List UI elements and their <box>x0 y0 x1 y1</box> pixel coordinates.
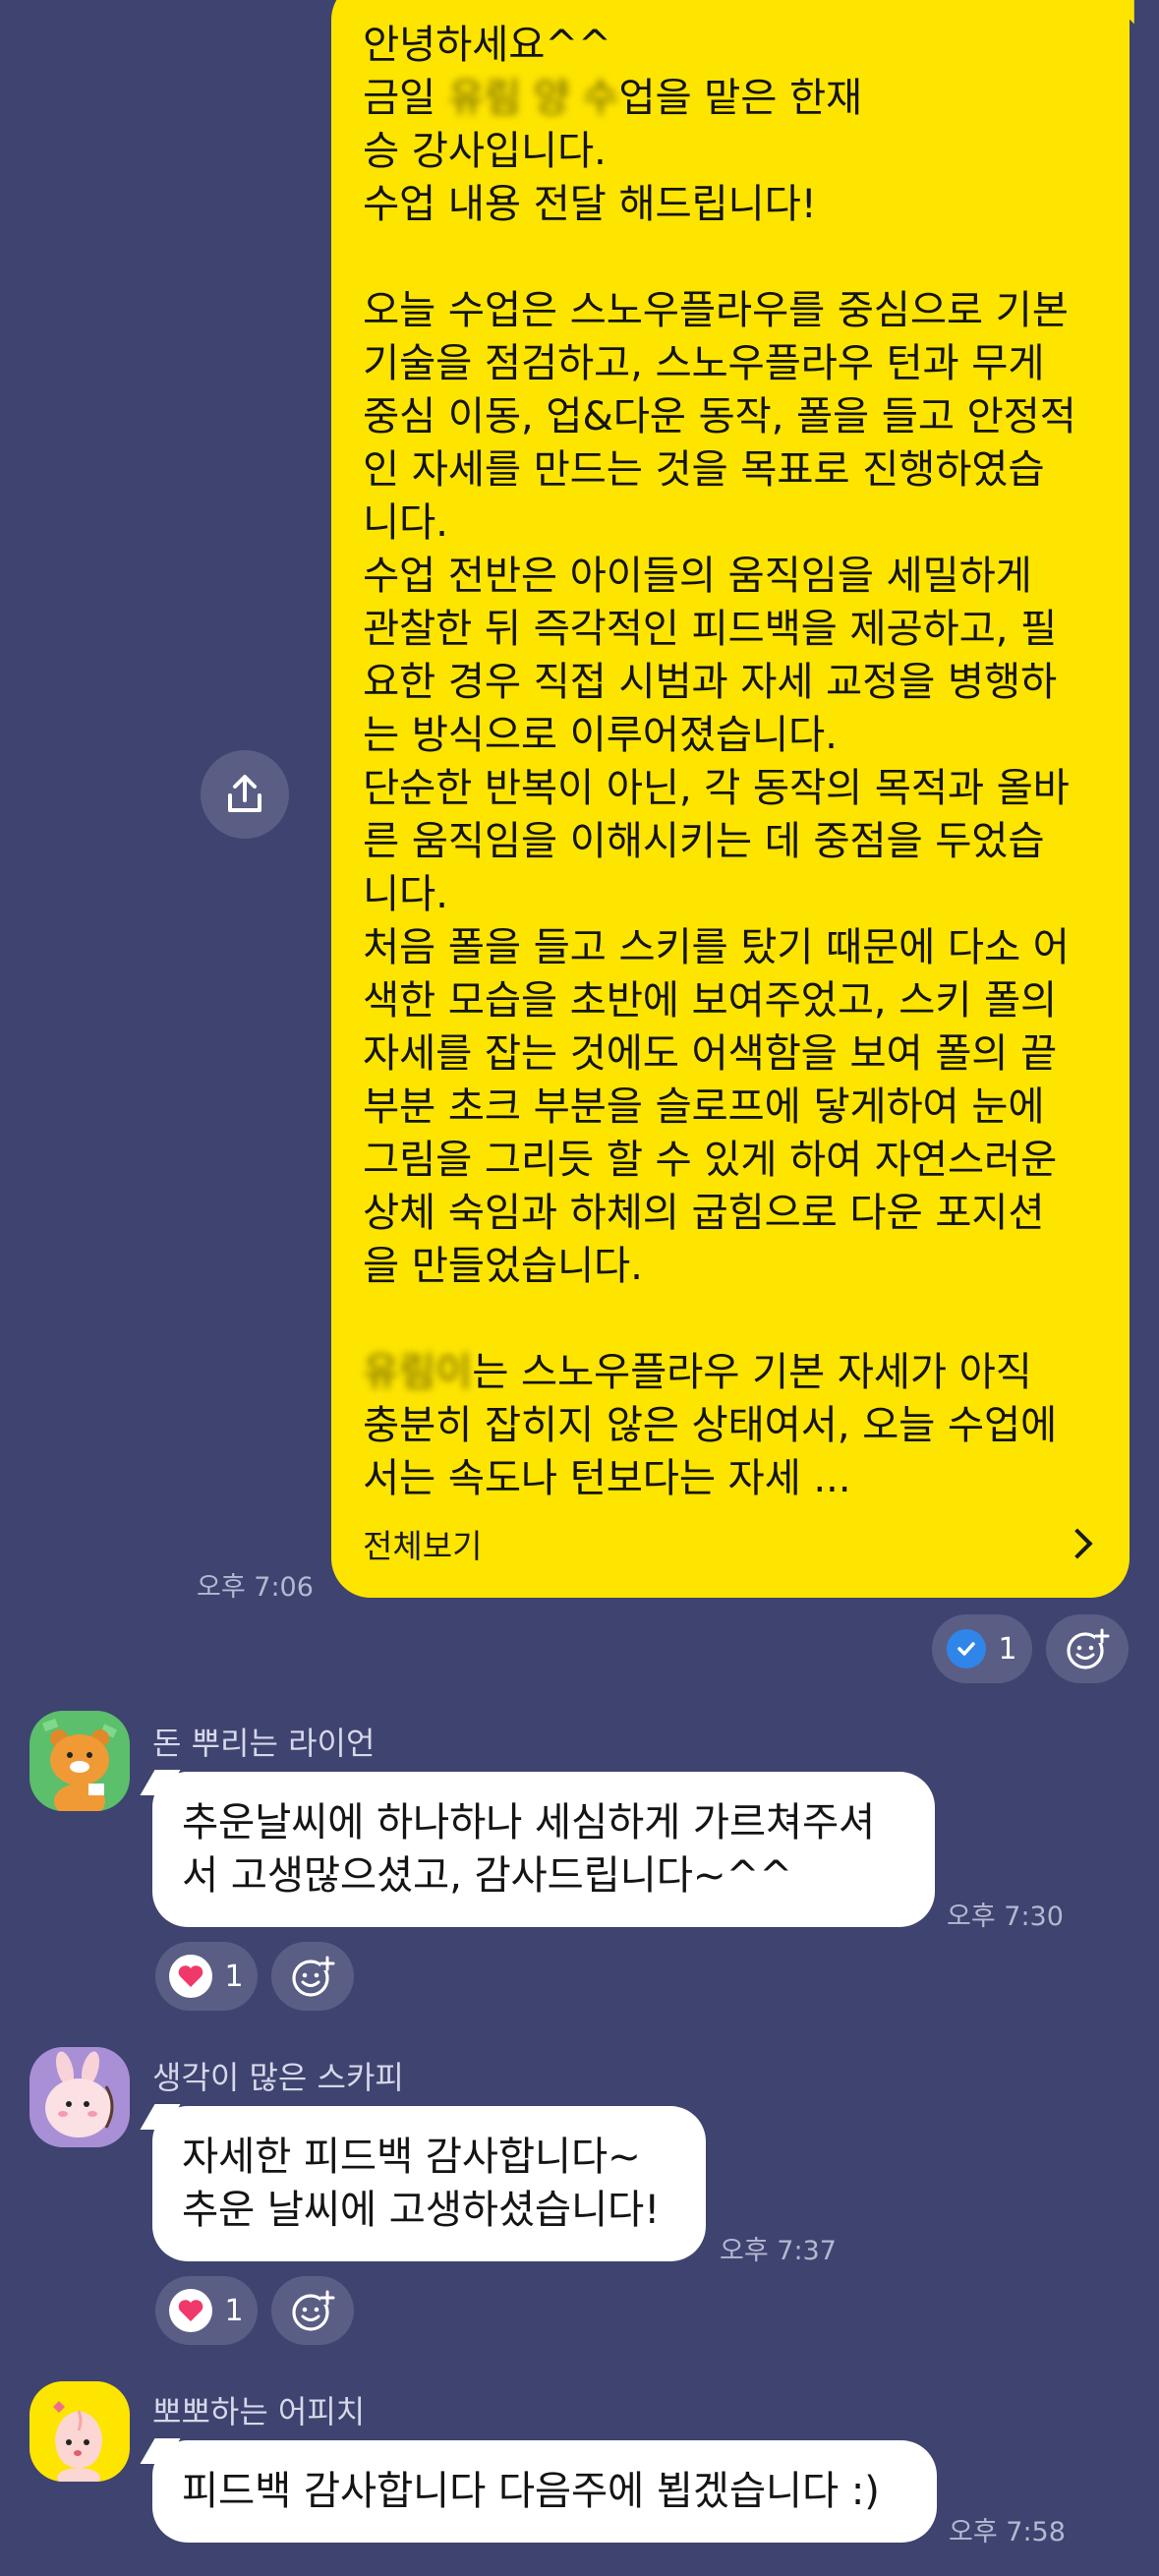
chevron-right-icon <box>1062 1528 1093 1559</box>
sender-name: 생각이 많은 스카피 <box>152 2059 404 2096</box>
add-reaction-button[interactable] <box>1046 1614 1129 1683</box>
reaction-count: 1 <box>224 2293 244 2328</box>
chat-screen: 안녕하세요^^ 금일 유림 양 수업을 맡은 한재 승 강사입니다. 수업 내용… <box>0 0 1159 2576</box>
see-all-label: 전체보기 <box>363 1527 483 1565</box>
scrappy-avatar[interactable] <box>29 2047 130 2147</box>
ryan-avatar[interactable] <box>29 1711 130 1811</box>
redacted-text: 유림 양 수 <box>447 74 619 121</box>
redacted-text: 유림이 <box>363 1348 473 1395</box>
heart-reaction-pill[interactable]: 1 <box>155 1942 258 2011</box>
message-bubble[interactable]: 자세한 피드백 감사합니다~ 추운 날씨에 고생하셨습니다! <box>152 2106 706 2261</box>
add-emoji-icon <box>1067 1628 1110 1669</box>
heart-icon <box>169 2289 213 2332</box>
share-button[interactable] <box>201 750 289 839</box>
add-emoji-icon <box>292 1956 335 1997</box>
reaction-count: 1 <box>224 1959 244 1994</box>
see-all-button[interactable]: 전체보기 <box>363 1519 1100 1568</box>
ryan-icon <box>42 1718 118 1811</box>
scrappy-icon <box>45 2051 114 2137</box>
message-bubble[interactable]: 피드백 감사합니다 다음주에 뵙겠습니다 :) <box>152 2440 937 2543</box>
heart-icon <box>169 1955 213 1998</box>
message-time: 오후 7:30 <box>947 1902 1064 1932</box>
heart-reaction-pill[interactable]: 1 <box>155 2276 258 2345</box>
share-icon <box>228 775 261 812</box>
check-icon <box>947 1629 987 1669</box>
my-message-time: 오후 7:06 <box>197 1572 314 1603</box>
message-time: 오후 7:37 <box>720 2236 837 2266</box>
sender-name: 돈 뿌리는 라이언 <box>152 1725 376 1762</box>
apeach-avatar[interactable] <box>29 2381 130 2482</box>
apeach-icon <box>53 2401 102 2482</box>
add-reaction-button[interactable] <box>271 2276 354 2345</box>
message-bubble[interactable]: 추운날씨에 하나하나 세심하게 가르쳐주셔 서 고생많으셨고, 감사드립니다~^… <box>152 1772 935 1927</box>
add-reaction-button[interactable] <box>271 1942 354 2011</box>
sender-name: 뽀뽀하는 어피치 <box>152 2393 366 2430</box>
read-count: 1 <box>998 1631 1017 1667</box>
my-message-bubble[interactable]: 안녕하세요^^ 금일 유림 양 수업을 맡은 한재 승 강사입니다. 수업 내용… <box>331 0 1130 1598</box>
my-message-text: 안녕하세요^^ 금일 유림 양 수업을 맡은 한재 승 강사입니다. 수업 내용… <box>363 21 1076 1501</box>
read-check-pill[interactable]: 1 <box>932 1614 1032 1683</box>
add-emoji-icon <box>292 2290 335 2331</box>
message-time: 오후 7:58 <box>949 2517 1066 2547</box>
